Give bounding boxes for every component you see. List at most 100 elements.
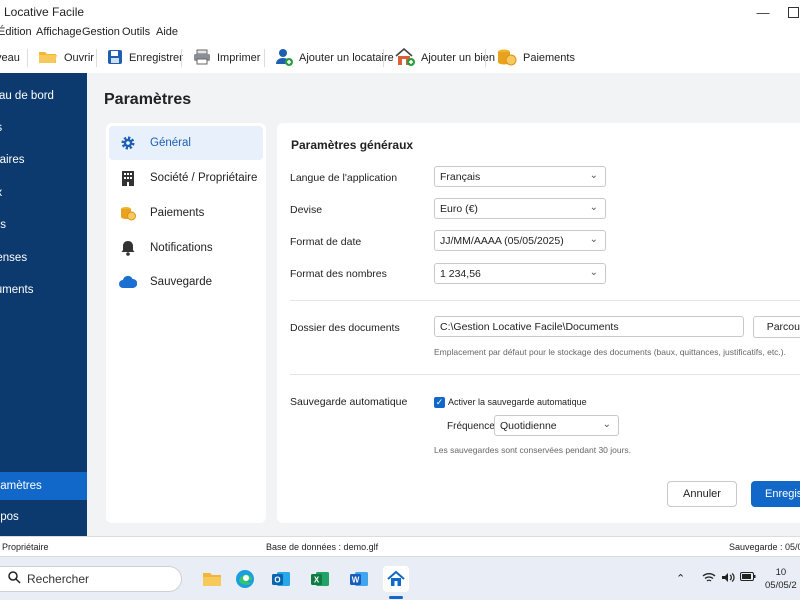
- sidebar-item-label: aramètres: [0, 480, 42, 492]
- menu-view[interactable]: Affichage: [36, 26, 82, 38]
- new-button[interactable]: veau: [0, 46, 20, 70]
- toolbar-divider: [383, 49, 384, 67]
- gestion-locative-app-icon[interactable]: [383, 566, 409, 592]
- autosave-checkbox-label: Activer la sauvegarde automatique: [448, 397, 587, 407]
- number-format-select[interactable]: 1 234,56 ⌄: [434, 263, 606, 284]
- chevron-down-icon: ⌄: [589, 267, 598, 278]
- battery-icon[interactable]: [740, 572, 756, 584]
- frequency-label: Fréquence :: [447, 421, 501, 432]
- print-button[interactable]: Imprimer: [193, 46, 260, 70]
- new-label: veau: [0, 52, 20, 64]
- tab-backup[interactable]: Sauvegarde: [109, 265, 263, 299]
- sidebar-item-settings[interactable]: aramètres: [0, 472, 87, 500]
- file-explorer-icon[interactable]: [199, 566, 225, 592]
- tab-payments[interactable]: Paiements: [109, 196, 263, 230]
- sidebar-item-expenses[interactable]: penses: [0, 244, 87, 272]
- tab-company-owner[interactable]: Société / Propriétaire: [109, 161, 263, 195]
- page-title: Paramètres: [104, 91, 192, 108]
- add-house-icon: [395, 47, 415, 69]
- chevron-down-icon: ⌄: [589, 234, 598, 245]
- coins-icon: [497, 48, 517, 69]
- speaker-icon[interactable]: [721, 572, 735, 586]
- svg-text:O: O: [274, 576, 280, 585]
- currency-select[interactable]: Euro (€) ⌄: [434, 198, 606, 219]
- status-bar: Propriétaire Base de données : demo.glf …: [0, 536, 800, 556]
- settings-nav: Général Société / Propriétaire Paiements…: [106, 123, 266, 523]
- language-value: Français: [440, 170, 481, 183]
- tab-general[interactable]: Général: [109, 126, 263, 160]
- language-select[interactable]: Français ⌄: [434, 166, 606, 187]
- sidebar-item-tenants[interactable]: ataires: [0, 146, 87, 174]
- sidebar-item-label: leau de bord: [0, 90, 54, 102]
- frequency-select[interactable]: Quotidienne ⌄: [494, 415, 619, 436]
- payments-label: Paiements: [523, 52, 575, 64]
- sidebar-item-about[interactable]: ropos: [0, 503, 87, 531]
- add-property-button[interactable]: Ajouter un bien: [395, 46, 495, 70]
- wifi-icon[interactable]: [702, 572, 716, 586]
- add-tenant-button[interactable]: Ajouter un locataire: [275, 46, 394, 70]
- printer-icon: [193, 49, 211, 68]
- documents-hint: Emplacement par défaut pour le stockage …: [434, 347, 786, 357]
- date-format-label: Format de date: [290, 236, 362, 248]
- bell-icon: [117, 240, 139, 256]
- currency-label: Devise: [290, 204, 323, 216]
- excel-icon[interactable]: X: [307, 566, 333, 592]
- menu-help[interactable]: Aide: [156, 26, 178, 38]
- toolbar-divider: [27, 49, 28, 67]
- sidebar-item-leases[interactable]: ux: [0, 179, 87, 207]
- search-placeholder: Rechercher: [27, 572, 90, 586]
- window-title: n Locative Facile: [0, 5, 85, 19]
- main-content: Paramètres Général Société / Propriétair…: [87, 73, 800, 536]
- folder-icon: [38, 49, 58, 68]
- status-backup: Sauvegarde : 05/05/202: [729, 542, 800, 552]
- sidebar-item-rents[interactable]: ers: [0, 211, 87, 239]
- svg-text:X: X: [314, 576, 320, 585]
- save-button[interactable]: Enregistrer: [107, 46, 183, 70]
- menu-manage[interactable]: Gestion: [82, 26, 120, 38]
- payments-button[interactable]: Paiements: [497, 46, 575, 70]
- toolbar-divider: [264, 49, 265, 67]
- number-format-label: Format des nombres: [290, 268, 387, 280]
- sidebar-item-documents[interactable]: cuments: [0, 276, 87, 304]
- sidebar-item-label: cuments: [0, 284, 34, 296]
- save-settings-button[interactable]: Enregistr: [751, 481, 800, 507]
- floppy-icon: [107, 49, 123, 68]
- sidebar-item-properties[interactable]: ns: [0, 114, 87, 142]
- add-property-label: Ajouter un bien: [421, 52, 495, 64]
- tab-label: Société / Propriétaire: [150, 172, 258, 184]
- sidebar-item-dashboard[interactable]: leau de bord: [0, 82, 87, 110]
- language-label: Langue de l'application: [290, 172, 398, 184]
- active-app-indicator: [389, 596, 403, 599]
- menu-edit[interactable]: Édition: [0, 26, 32, 38]
- tab-label: Paiements: [150, 207, 205, 219]
- outlook-icon[interactable]: O: [268, 566, 294, 592]
- general-settings-panel: Paramètres généraux Langue de l'applicat…: [277, 123, 800, 523]
- cancel-button[interactable]: Annuler: [667, 481, 737, 507]
- browse-button[interactable]: Parcourir: [753, 316, 800, 338]
- chevron-up-icon[interactable]: ⌃: [676, 572, 685, 585]
- tab-label: Général: [150, 137, 191, 149]
- minimize-icon[interactable]: —: [752, 2, 774, 22]
- status-user: Propriétaire: [2, 542, 49, 552]
- system-clock[interactable]: 10 05/05/2: [765, 566, 797, 592]
- word-icon[interactable]: W: [346, 566, 372, 592]
- date-format-value: JJ/MM/AAAA (05/05/2025): [440, 234, 564, 247]
- save-label: Enregistrer: [129, 52, 183, 64]
- open-button[interactable]: Ouvrir: [38, 46, 94, 70]
- status-database: Base de données : demo.glf: [266, 542, 379, 552]
- edge-icon[interactable]: [232, 566, 258, 592]
- autosave-checkbox[interactable]: ✓: [434, 397, 445, 408]
- coins-icon: [117, 205, 139, 221]
- toolbar-divider: [96, 49, 97, 67]
- tab-notifications[interactable]: Notifications: [109, 231, 263, 265]
- menu-tools[interactable]: Outils: [122, 26, 150, 38]
- tab-label: Notifications: [150, 242, 213, 254]
- frequency-value: Quotidienne: [500, 419, 557, 432]
- documents-folder-input[interactable]: C:\Gestion Locative Facile\Documents: [434, 316, 744, 337]
- chevron-down-icon: ⌄: [589, 202, 598, 213]
- taskbar-search[interactable]: Rechercher: [0, 566, 182, 592]
- tab-label: Sauvegarde: [150, 276, 213, 288]
- date-format-select[interactable]: JJ/MM/AAAA (05/05/2025) ⌄: [434, 230, 606, 251]
- maximize-icon[interactable]: [782, 2, 800, 22]
- clock-date: 05/05/2: [765, 580, 797, 591]
